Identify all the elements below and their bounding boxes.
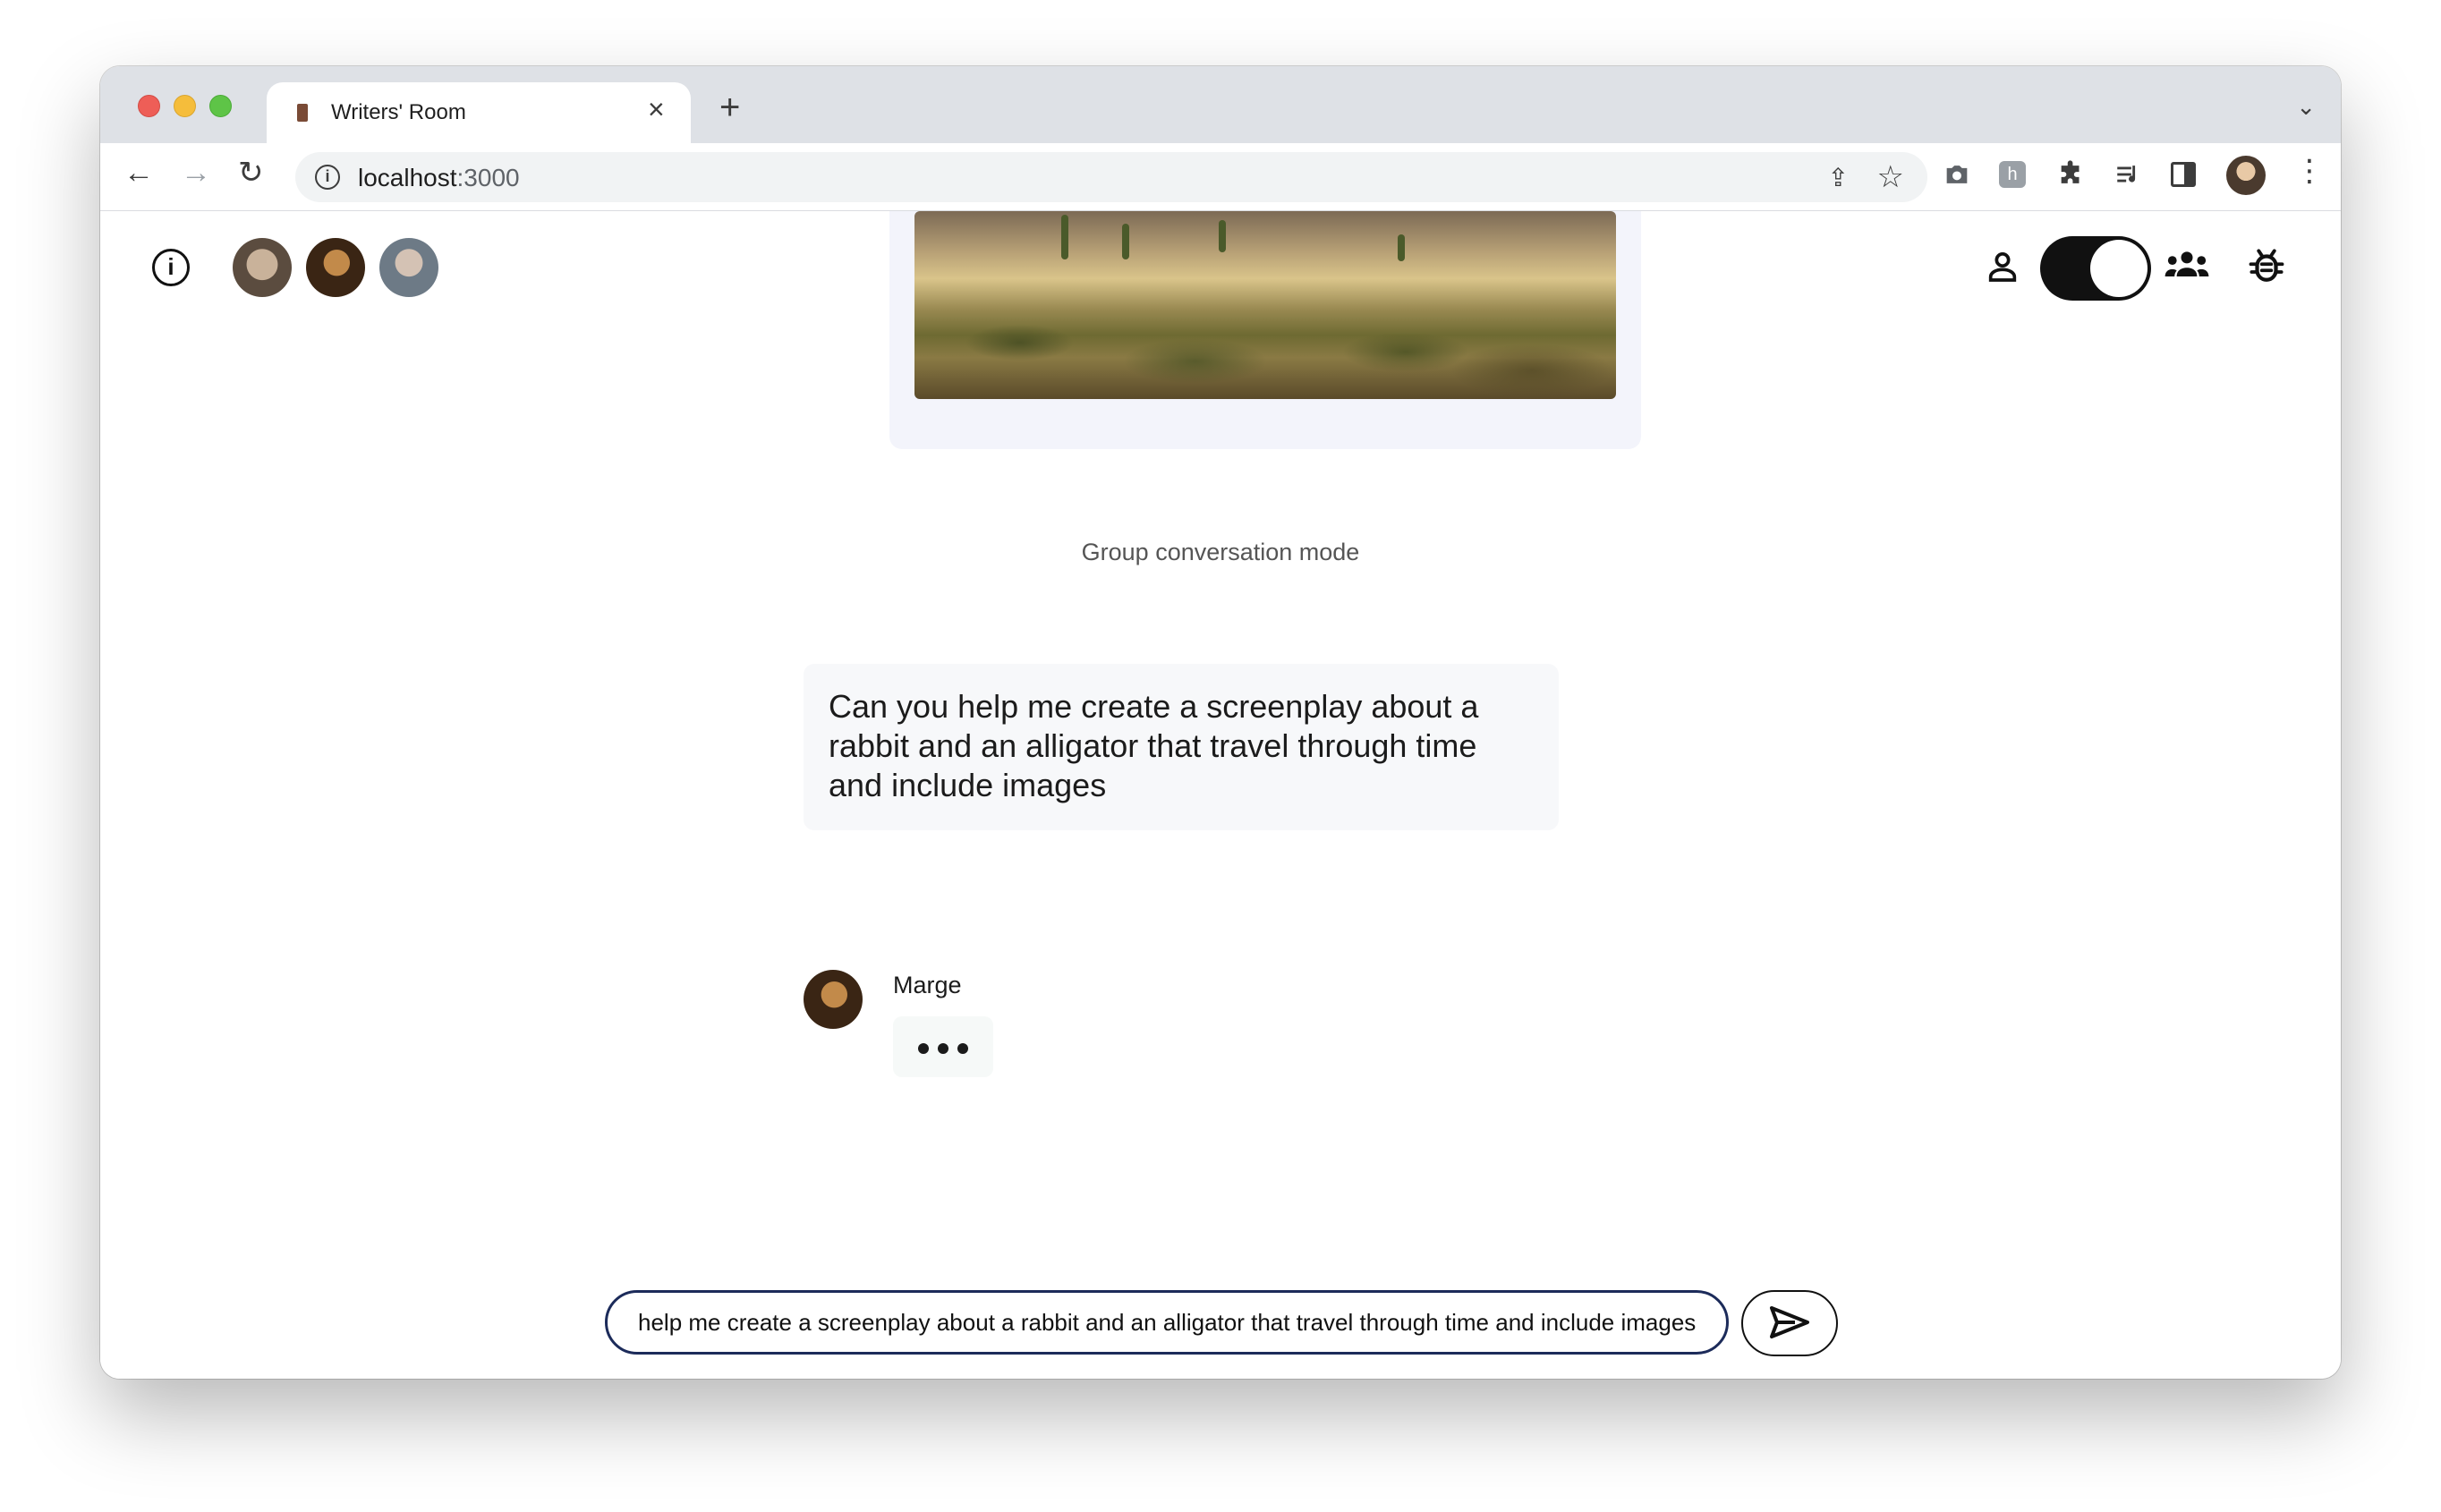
tab-list-icon[interactable]: ⌄ [2296,93,2316,121]
typing-dot [957,1043,968,1054]
browser-window: Writers' Room × + ⌄ ← → ↻ i localhost:30… [100,66,2341,1379]
reply-author-name: Marge [893,972,962,998]
back-icon[interactable]: ← [123,157,154,188]
info-icon[interactable]: i [152,249,190,286]
new-tab-button[interactable]: + [719,89,740,125]
send-icon [1770,1305,1809,1338]
url-host: localhost [358,164,457,191]
share-icon[interactable]: ⇪ [1828,163,1849,192]
generated-desert-image[interactable] [914,211,1616,399]
minimize-window-button[interactable] [174,95,196,117]
favicon-icon [297,104,308,122]
extensions-puzzle-icon[interactable] [2056,159,2087,190]
group-icon[interactable] [2164,247,2210,283]
reload-icon[interactable]: ↻ [238,157,264,188]
character-avatar-1[interactable] [233,238,292,297]
app-content: i Group conversation mode Can you help m… [100,211,2341,1379]
cactus-shape [1061,215,1068,259]
typing-dot [918,1043,929,1054]
typing-indicator [893,1016,993,1077]
forward-icon[interactable]: → [181,157,211,188]
character-avatar-2[interactable] [306,238,365,297]
site-info-icon[interactable]: i [315,165,340,190]
image-message-card [889,211,1641,449]
bookmark-star-icon[interactable]: ☆ [1877,159,1904,195]
send-button[interactable] [1741,1290,1838,1356]
profile-avatar[interactable] [2226,156,2266,195]
browser-menu-icon[interactable]: ⋮ [2294,156,2325,186]
tab-strip: Writers' Room × + ⌄ [100,66,2341,143]
browser-toolbar: ← → ↻ i localhost:3000 ⇪ ☆ h ⋮ [100,143,2341,211]
media-control-icon[interactable] [2114,159,2144,190]
cactus-shape [1398,234,1405,261]
cactus-shape [1219,220,1226,252]
close-window-button[interactable] [138,95,160,117]
url-port: :3000 [456,164,520,191]
bug-icon[interactable] [2248,245,2285,286]
maximize-window-button[interactable] [209,95,232,117]
toggle-knob [2090,240,2148,297]
conversation-mode-label: Group conversation mode [1081,539,1360,565]
tab-close-icon[interactable]: × [648,95,665,123]
conversation-mode-toggle[interactable] [2040,236,2151,301]
browser-tab[interactable]: Writers' Room × [267,82,691,143]
extension-box-icon[interactable]: h [1999,161,2026,188]
person-icon[interactable] [1985,249,2020,285]
user-message-bubble: Can you help me create a screenplay abou… [804,664,1559,830]
tab-title: Writers' Room [331,100,466,124]
message-input[interactable] [605,1290,1729,1355]
address-bar[interactable]: i localhost:3000 ⇪ ☆ [295,152,1927,202]
user-message-text: Can you help me create a screenplay abou… [829,688,1479,803]
reply-author-avatar[interactable] [804,970,863,1029]
character-avatar-3[interactable] [379,238,438,297]
url-text[interactable]: localhost:3000 [358,164,520,192]
typing-dot [938,1043,948,1054]
side-panel-icon[interactable] [2171,162,2196,187]
camera-extension-icon[interactable] [1942,159,1972,190]
cactus-shape [1122,224,1129,259]
